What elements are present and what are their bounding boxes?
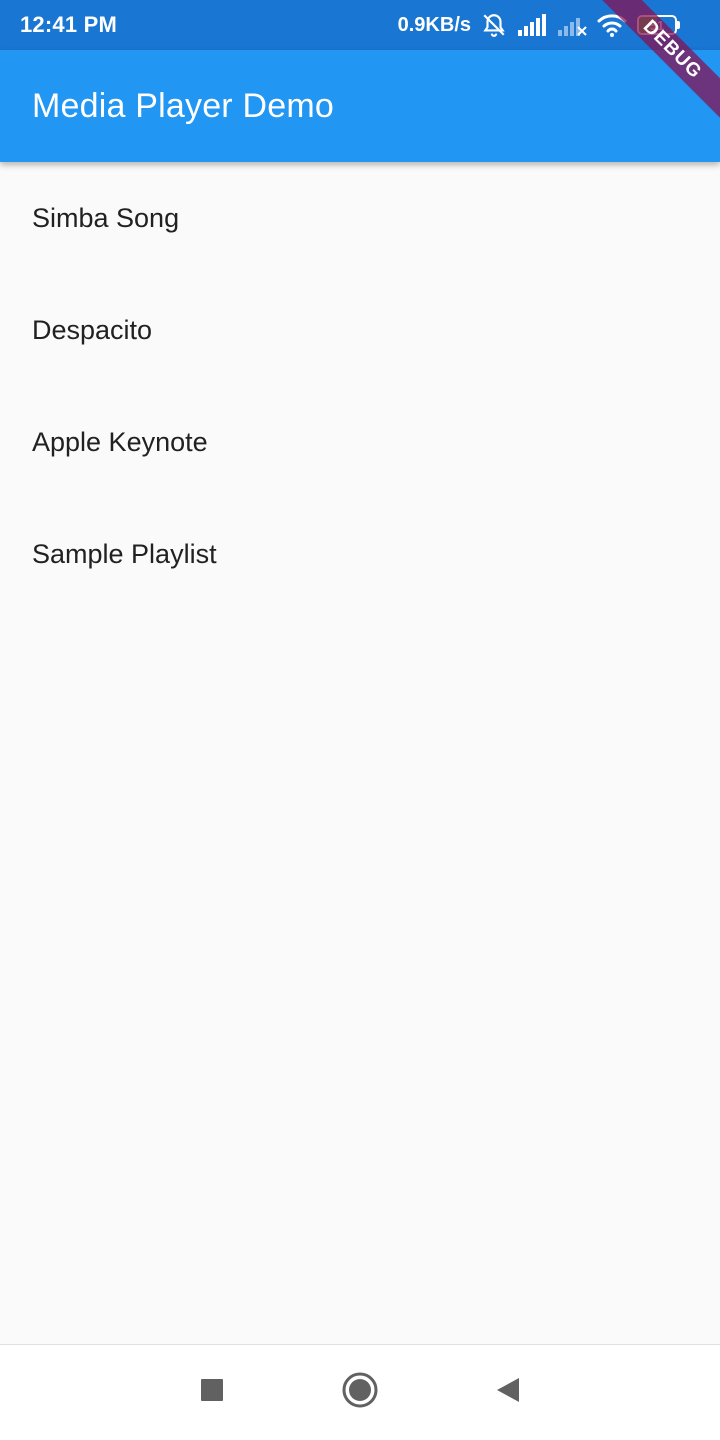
status-bar: 12:41 PM 0.9KB/s 51 bbox=[0, 0, 720, 50]
home-button[interactable] bbox=[336, 1369, 384, 1417]
recents-square-icon bbox=[200, 1378, 224, 1407]
status-indicators: 0.9KB/s 51 bbox=[398, 12, 700, 38]
recents-button[interactable] bbox=[188, 1369, 236, 1417]
list-item-simba-song[interactable]: Simba Song bbox=[0, 162, 720, 274]
app-screen: 12:41 PM 0.9KB/s 51 Media Player Demo Si… bbox=[0, 0, 720, 1440]
home-circle-icon bbox=[341, 1371, 379, 1414]
network-speed: 0.9KB/s bbox=[397, 13, 471, 36]
media-list: Simba Song Despacito Apple Keynote Sampl… bbox=[0, 162, 720, 610]
back-button[interactable] bbox=[484, 1369, 532, 1417]
signal-icon bbox=[517, 14, 547, 36]
list-item-label: Apple Keynote bbox=[32, 426, 208, 457]
battery-body: 51 bbox=[637, 15, 677, 35]
back-triangle-icon bbox=[495, 1376, 521, 1409]
list-item-label: Despacito bbox=[32, 314, 153, 345]
signal-no-service-icon bbox=[557, 14, 587, 36]
status-time: 12:41 PM bbox=[20, 12, 117, 37]
list-item-label: Sample Playlist bbox=[32, 538, 217, 569]
list-item-sample-playlist[interactable]: Sample Playlist bbox=[0, 498, 720, 610]
list-item-despacito[interactable]: Despacito bbox=[0, 274, 720, 386]
battery-icon: 51 bbox=[637, 15, 680, 35]
list-item-label: Simba Song bbox=[32, 202, 180, 233]
alarm-off-icon bbox=[481, 12, 507, 38]
navigation-bar bbox=[0, 1344, 720, 1440]
wifi-icon bbox=[597, 13, 627, 37]
battery-level: 51 bbox=[649, 17, 665, 33]
battery-tip bbox=[677, 21, 680, 29]
app-bar: Media Player Demo bbox=[0, 50, 720, 162]
list-item-apple-keynote[interactable]: Apple Keynote bbox=[0, 386, 720, 498]
app-title: Media Player Demo bbox=[32, 86, 334, 125]
